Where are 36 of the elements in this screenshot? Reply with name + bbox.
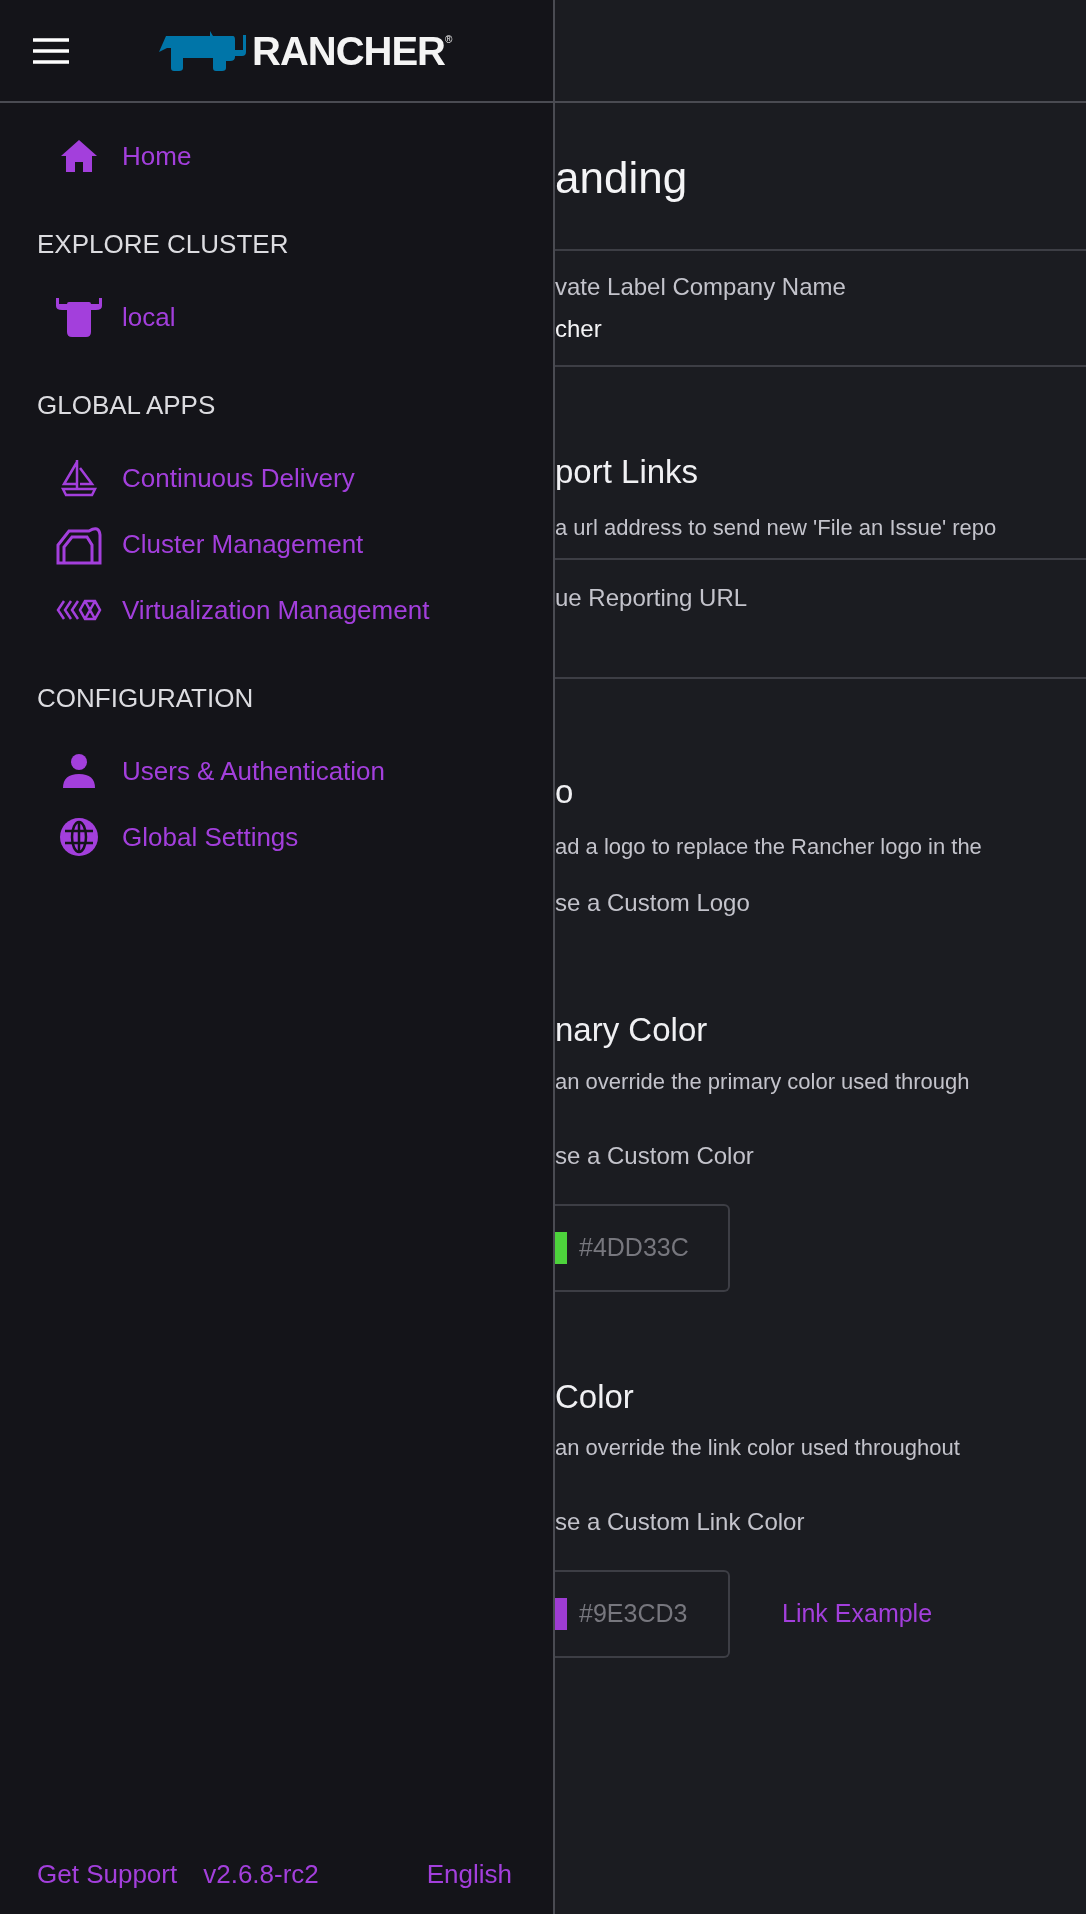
- checkbox-label[interactable]: se a Custom Logo: [555, 885, 1086, 921]
- section-title: nary Color: [555, 1010, 709, 1050]
- field-value[interactable]: cher: [555, 311, 1086, 347]
- page-title: anding: [555, 152, 689, 204]
- globe-icon: [59, 817, 99, 857]
- field-label: vate Label Company Name: [555, 272, 847, 302]
- support-link[interactable]: Get Support: [37, 1855, 178, 1894]
- section-title: port Links: [555, 452, 700, 492]
- menu-icon[interactable]: [32, 36, 70, 65]
- nav-link[interactable]: Global Settings: [122, 817, 299, 857]
- registered-mark: ®: [445, 32, 453, 45]
- version-text: v2.6.8-rc2: [203, 1858, 319, 1891]
- nav-link[interactable]: local: [122, 297, 176, 337]
- field-label: ue Reporting URL: [555, 583, 748, 611]
- language-selector[interactable]: English: [426, 1855, 512, 1894]
- section-title: Color: [555, 1376, 635, 1417]
- section-title: o: [555, 771, 575, 812]
- home-icon: [60, 139, 98, 173]
- logo-icon: [158, 29, 248, 72]
- nav-link[interactable]: Users & Authentication: [122, 751, 386, 791]
- nav-link[interactable]: Home: [122, 136, 192, 176]
- sailboat-icon: [60, 458, 98, 498]
- section-heading: CONFIGURATION: [37, 682, 255, 715]
- nav-link[interactable]: Cluster Management: [122, 524, 364, 564]
- bull-icon: [54, 296, 104, 338]
- section-description: an override the primary color used through: [555, 1067, 971, 1096]
- section-heading: EXPLORE CLUSTER: [37, 228, 290, 261]
- section-description: an override the link color used throughout: [555, 1434, 961, 1462]
- nav-link[interactable]: Continuous Delivery: [122, 458, 355, 498]
- section-description: ad a logo to replace the Rancher logo in the: [555, 833, 983, 861]
- user-icon: [60, 753, 98, 789]
- nav-link[interactable]: Virtualization Management: [122, 590, 430, 630]
- section-heading: GLOBAL APPS: [37, 389, 217, 422]
- harvester-icon: [56, 598, 102, 622]
- logo-text: RANCHER: [252, 30, 445, 71]
- section-description: a url address to send new 'File an Issue' repo: [555, 513, 998, 542]
